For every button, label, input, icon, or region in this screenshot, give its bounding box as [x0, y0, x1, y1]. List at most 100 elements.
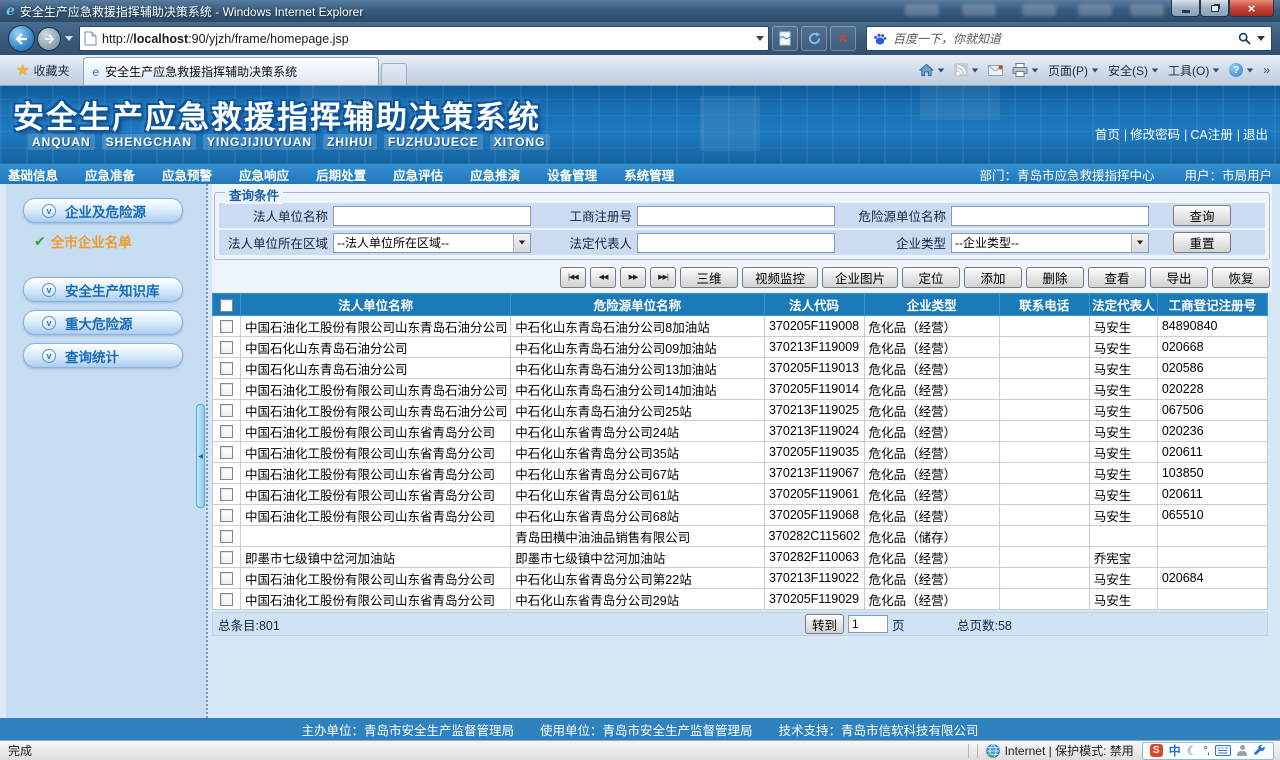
- home-link[interactable]: 首页: [1093, 124, 1122, 143]
- first-page-button[interactable]: |◀◀: [559, 266, 586, 288]
- table-row[interactable]: 中国石化山东青岛石油分公司 中石化山东青岛石油分公司13加油站 370205F119…: [211, 357, 1269, 379]
- table-row[interactable]: 中国石油化工股份有限公司山东省青岛分公司 中石化山东省青岛分公司24站 370213…: [211, 420, 1269, 442]
- row-checkbox[interactable]: [220, 572, 233, 586]
- row-checkbox[interactable]: [220, 383, 233, 397]
- table-row[interactable]: 中国石油化工股份有限公司山东青岛石油分公司 中石化山东青岛石油分公司14加油站 37…: [211, 378, 1269, 400]
- ime-keyboard-icon[interactable]: [1215, 745, 1231, 756]
- recent-pages-dropdown[interactable]: [65, 36, 73, 41]
- table-row[interactable]: 中国石化山东青岛石油分公司 中石化山东青岛石油分公司09加油站 370213F119…: [211, 336, 1269, 358]
- url-field[interactable]: http://localhost:90/yjzh/frame/homepage.…: [79, 26, 769, 51]
- table-row[interactable]: 即墨市七级镇中岔河加油站 即墨市七级镇中岔河加油站 370282F110063 危化品…: [211, 546, 1269, 568]
- row-checkbox[interactable]: [220, 551, 233, 565]
- ime-punctuation-icon[interactable]: °,: [1204, 745, 1211, 757]
- next-page-button[interactable]: ▶▶: [619, 266, 646, 288]
- back-button[interactable]: [8, 25, 35, 52]
- three-d-button[interactable]: 三维: [679, 266, 738, 288]
- ime-user-icon[interactable]: [1237, 745, 1247, 756]
- table-row[interactable]: 中国石油化工股份有限公司山东省青岛分公司 中石化山东省青岛分公司61站 370205…: [211, 483, 1269, 505]
- menu-emergency-response[interactable]: 应急响应: [239, 165, 289, 184]
- sogou-icon[interactable]: S: [1149, 744, 1163, 757]
- row-checkbox[interactable]: [220, 425, 233, 439]
- legal-rep-input[interactable]: [637, 232, 835, 253]
- active-tab[interactable]: e 安全生产应急救援指挥辅助决策系统: [83, 57, 380, 85]
- sidebar-section-major-hazard[interactable]: v 重大危险源: [23, 310, 183, 335]
- table-row[interactable]: 中国石油化工股份有限公司山东省青岛分公司 中石化山东省青岛分公司67站 370213…: [211, 462, 1269, 484]
- goto-button[interactable]: 转到: [805, 614, 845, 634]
- corp-name-input[interactable]: [333, 205, 531, 226]
- sidebar-collapse-handle[interactable]: ◀: [196, 404, 205, 508]
- reg-no-input[interactable]: [637, 205, 835, 226]
- search-box[interactable]: 百度一下，你就知道: [866, 26, 1272, 51]
- menu-post-disposal[interactable]: 后期处置: [316, 165, 366, 184]
- menu-equipment-mgmt[interactable]: 设备管理: [547, 165, 597, 184]
- feeds-dropdown[interactable]: [971, 68, 979, 72]
- home-button[interactable]: [918, 63, 945, 77]
- new-tab-button[interactable]: [381, 63, 408, 85]
- menu-emergency-prep[interactable]: 应急准备: [85, 165, 135, 184]
- row-checkbox[interactable]: [220, 530, 233, 544]
- menu-emergency-warning[interactable]: 应急预警: [162, 165, 212, 184]
- close-button[interactable]: ×: [1229, 0, 1274, 17]
- menu-emergency-evaluation[interactable]: 应急评估: [393, 165, 443, 184]
- ime-fullmoon-icon[interactable]: ☾: [1187, 744, 1198, 758]
- print-button[interactable]: [1012, 63, 1039, 77]
- feeds-button[interactable]: [953, 63, 979, 77]
- add-button[interactable]: 添加: [964, 266, 1022, 288]
- restore-button[interactable]: [1200, 0, 1229, 17]
- tools-menu[interactable]: 工具(O): [1168, 62, 1220, 79]
- menu-basic-info[interactable]: 基础信息: [8, 165, 58, 184]
- table-row[interactable]: 中国石油化工股份有限公司山东青岛石油分公司 中石化山东青岛石油分公司8加油站 370…: [211, 315, 1269, 337]
- page-number-input[interactable]: [848, 615, 889, 633]
- select-all-checkbox[interactable]: [220, 298, 233, 312]
- table-row[interactable]: 中国石油化工股份有限公司山东省青岛分公司 中石化山东省青岛分公司第22站 37021…: [211, 567, 1269, 589]
- table-row[interactable]: 中国石油化工股份有限公司山东省青岛分公司 中石化山东省青岛分公司68站 370205…: [211, 504, 1269, 526]
- table-row[interactable]: 中国石油化工股份有限公司山东青岛石油分公司 中石化山东青岛石油分公司25站 3702…: [211, 399, 1269, 421]
- search-button[interactable]: 查询: [1173, 205, 1231, 226]
- ca-register-link[interactable]: CA注册: [1182, 124, 1235, 143]
- ime-chinese-icon[interactable]: 中: [1169, 742, 1181, 759]
- logout-link[interactable]: 退出: [1235, 124, 1270, 143]
- refresh-button[interactable]: [801, 26, 827, 51]
- row-checkbox[interactable]: [220, 404, 233, 418]
- export-button[interactable]: 导出: [1150, 266, 1208, 288]
- search-icon[interactable]: [1238, 32, 1251, 45]
- row-checkbox[interactable]: [220, 467, 233, 481]
- sidebar-section-enterprise-hazard[interactable]: v 企业及危险源: [23, 198, 183, 223]
- row-checkbox[interactable]: [220, 320, 233, 334]
- video-monitor-button[interactable]: 视频监控: [741, 266, 818, 288]
- row-checkbox[interactable]: [220, 509, 233, 523]
- page-menu[interactable]: 页面(P): [1048, 62, 1099, 79]
- row-checkbox[interactable]: [220, 446, 233, 460]
- row-checkbox[interactable]: [220, 362, 233, 376]
- home-dropdown[interactable]: [937, 68, 945, 72]
- view-button[interactable]: 查看: [1088, 266, 1146, 288]
- stop-button[interactable]: ×: [830, 26, 856, 51]
- table-row[interactable]: 中国石油化工股份有限公司山东省青岛分公司 中石化山东省青岛分公司35站 370205…: [211, 441, 1269, 463]
- change-password-link[interactable]: 修改密码: [1122, 124, 1182, 143]
- sidebar-section-knowledge-base[interactable]: v 安全生产知识库: [23, 277, 183, 302]
- safety-menu[interactable]: 安全(S): [1108, 62, 1159, 79]
- forward-button[interactable]: [37, 26, 61, 51]
- restore-button[interactable]: 恢复: [1212, 266, 1270, 288]
- row-checkbox[interactable]: [220, 488, 233, 502]
- compatibility-view-button[interactable]: [772, 26, 798, 51]
- url-history-dropdown[interactable]: [756, 36, 764, 41]
- locate-button[interactable]: 定位: [902, 266, 960, 288]
- sidebar-item-city-enterprise-list[interactable]: ✔ 全市企业名单: [34, 231, 206, 251]
- row-checkbox[interactable]: [220, 593, 233, 607]
- table-row[interactable]: 中国石油化工股份有限公司山东省青岛分公司 中石化山东省青岛分公司29站 370205…: [211, 588, 1269, 610]
- reset-button[interactable]: 重置: [1173, 232, 1231, 253]
- print-dropdown[interactable]: [1031, 68, 1039, 72]
- enterprise-photo-button[interactable]: 企业图片: [821, 266, 898, 288]
- ime-wrench-icon[interactable]: [1253, 744, 1266, 757]
- help-menu[interactable]: ?: [1229, 63, 1254, 77]
- hazard-name-input[interactable]: [951, 205, 1149, 226]
- row-checkbox[interactable]: [220, 341, 233, 355]
- sidebar-section-query-statistics[interactable]: v 查询统计: [23, 343, 183, 368]
- favorites-button[interactable]: ★ 收藏夹: [6, 57, 79, 83]
- table-row[interactable]: 青岛田横中油油品销售有限公司 370282C115602 危化品（储存）: [211, 525, 1269, 547]
- read-mail-button[interactable]: [987, 64, 1003, 76]
- more-commands-chevron[interactable]: »: [1263, 63, 1270, 77]
- last-page-button[interactable]: ▶▶|: [649, 266, 676, 288]
- minimize-button[interactable]: [1171, 0, 1200, 17]
